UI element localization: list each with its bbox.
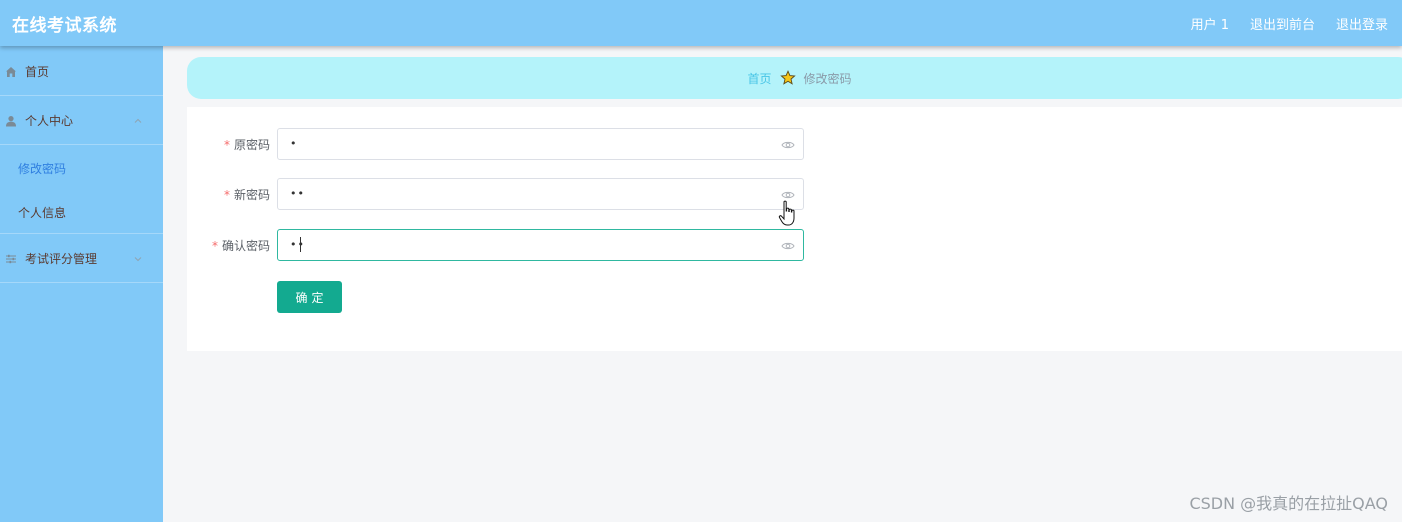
breadcrumb-home-link[interactable]: 首页 bbox=[747, 70, 771, 87]
confirm-password-label: * 确认密码 bbox=[211, 239, 270, 253]
text-caret bbox=[300, 237, 301, 252]
change-password-form: * 原密码 • * 新密码 •• * 确认密码 •• 确定 bbox=[187, 107, 1402, 351]
star-icon bbox=[779, 70, 796, 85]
sidebar-item-label: 首页 bbox=[25, 65, 50, 79]
watermark: CSDN @我真的在拉扯QAQ bbox=[1189, 494, 1388, 513]
sidebar-subitem-label: 修改密码 bbox=[18, 162, 67, 176]
sidebar-item-exam-grading[interactable]: 考试评分管理 bbox=[0, 235, 163, 283]
new-password-value: •• bbox=[290, 187, 305, 200]
hand-cursor-icon bbox=[778, 200, 795, 226]
old-password-value: • bbox=[290, 137, 298, 150]
sidebar-item-label: 考试评分管理 bbox=[25, 252, 98, 266]
sidebar-subitem-change-password[interactable]: 修改密码 bbox=[0, 146, 163, 190]
sliders-icon bbox=[6, 254, 16, 263]
form-row-new-password: * 新密码 •• bbox=[187, 178, 807, 210]
eye-icon[interactable] bbox=[781, 139, 795, 151]
confirm-button[interactable]: 确定 bbox=[277, 281, 342, 313]
chevron-down-icon bbox=[134, 256, 142, 261]
form-row-old-password: * 原密码 • bbox=[187, 128, 807, 160]
sidebar: 首页 个人中心 修改密码 个人信息 考试评分管理 bbox=[0, 46, 163, 522]
sidebar-subitem-label: 个人信息 bbox=[18, 206, 67, 220]
user-icon bbox=[6, 115, 16, 126]
confirm-password-value: •• bbox=[290, 238, 305, 251]
eye-icon[interactable] bbox=[781, 240, 795, 252]
logout-link[interactable]: 退出登录 bbox=[1336, 14, 1388, 33]
user-link[interactable]: 用户 1 bbox=[1191, 14, 1229, 33]
app-title: 在线考试系统 bbox=[12, 16, 117, 36]
sidebar-item-personal-center[interactable]: 个人中心 bbox=[0, 97, 163, 145]
sidebar-item-label: 个人中心 bbox=[25, 114, 74, 128]
home-icon bbox=[6, 66, 16, 77]
top-header: 在线考试系统 用户 1 退出到前台 退出登录 bbox=[0, 0, 1402, 46]
exit-to-front-link[interactable]: 退出到前台 bbox=[1250, 14, 1315, 33]
breadcrumb-current: 修改密码 bbox=[803, 71, 852, 86]
header-links: 用户 1 退出到前台 退出登录 bbox=[1191, 14, 1388, 33]
new-password-field[interactable]: •• bbox=[277, 178, 804, 210]
old-password-field[interactable]: • bbox=[277, 128, 804, 160]
old-password-label: * 原密码 bbox=[223, 138, 270, 152]
new-password-label: * 新密码 bbox=[223, 188, 270, 202]
form-row-confirm-password: * 确认密码 •• bbox=[187, 229, 807, 261]
sidebar-item-home[interactable]: 首页 bbox=[0, 48, 163, 96]
confirm-password-field[interactable]: •• bbox=[277, 229, 804, 261]
breadcrumb: 首页 修改密码 bbox=[187, 57, 1402, 99]
chevron-up-icon bbox=[134, 118, 142, 123]
sidebar-subitem-personal-info[interactable]: 个人信息 bbox=[0, 190, 163, 234]
